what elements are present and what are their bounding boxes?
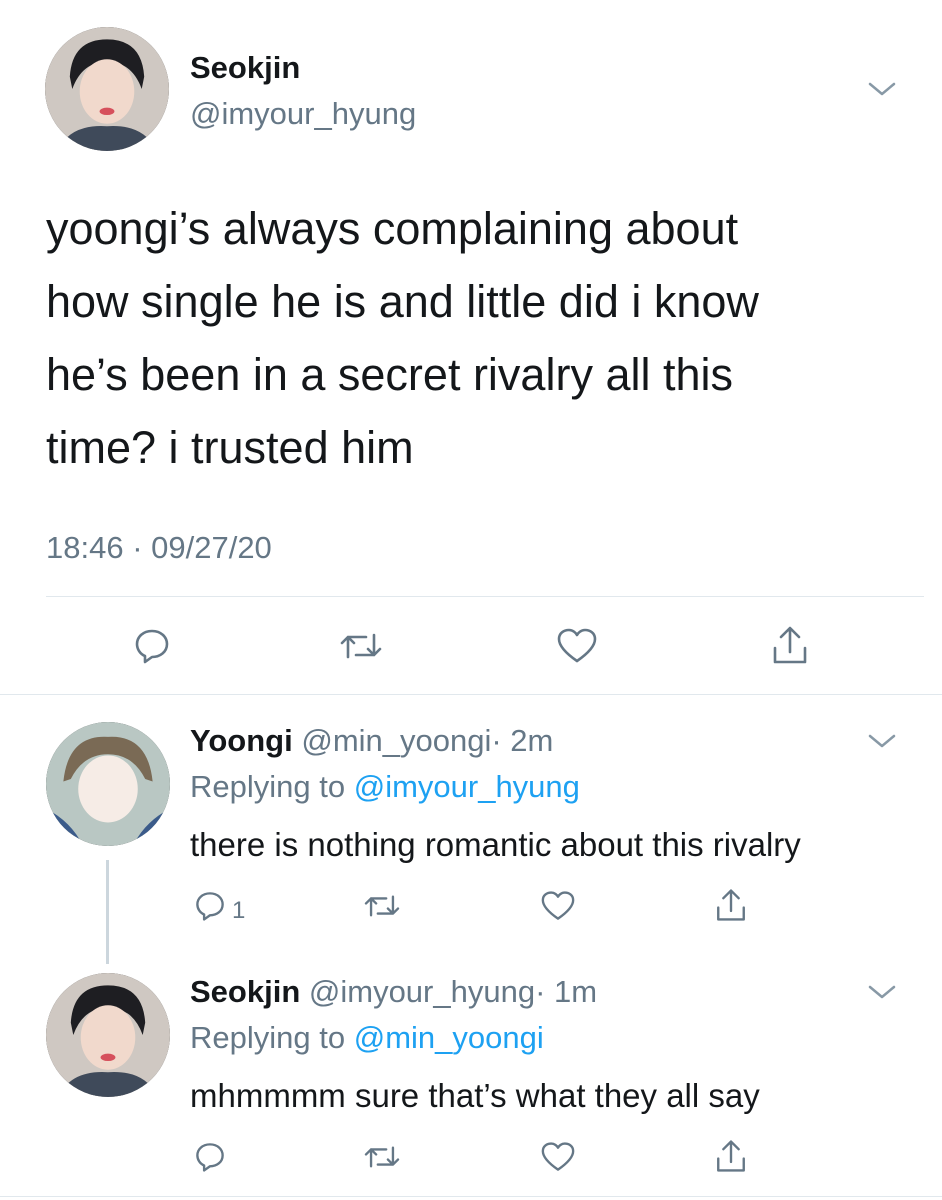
thread-line [106,860,109,964]
reply-time[interactable]: · 2m [491,723,553,758]
share-icon[interactable] [770,624,810,666]
like-icon[interactable] [540,1141,576,1173]
chevron-down-icon[interactable] [866,981,898,1003]
tweet-text: yoongi’s always complaining about how si… [46,192,926,484]
replying-to: Replying to @imyour_hyung [190,769,580,805]
retweet-icon[interactable] [338,627,384,665]
divider [0,694,942,695]
replying-to-label: Replying to [190,1020,346,1055]
reply-header: Seokjin @imyour_hyung· 1m [190,974,597,1010]
reply-display-name[interactable]: Seokjin [190,974,300,1009]
tweet-text-line: yoongi’s always complaining about [46,203,739,254]
reply-count: 1 [232,897,246,924]
tweet-text-line: time? i trusted him [46,422,414,473]
reply-time[interactable]: · 1m [535,974,597,1009]
share-icon[interactable] [714,1138,748,1174]
chevron-down-icon[interactable] [866,78,898,100]
reply-handle[interactable]: @imyour_hyung [309,974,535,1009]
replying-to-handle[interactable]: @imyour_hyung [354,769,580,804]
reply-icon[interactable] [133,627,171,665]
author-display-name[interactable]: Seokjin [190,50,300,86]
replying-to-label: Replying to [190,769,346,804]
reply-text: there is nothing romantic about this riv… [190,826,801,863]
retweet-icon[interactable] [362,890,402,922]
reply-display-name[interactable]: Yoongi [190,723,293,758]
author-handle[interactable]: @imyour_hyung [190,96,416,132]
tweet-text-line: he’s been in a secret rivalry all this [46,349,733,400]
reply-header: Yoongi @min_yoongi· 2m [190,723,553,759]
tweet-text-line: how single he is and little did i know [46,276,759,327]
avatar[interactable] [45,27,169,151]
avatar[interactable] [46,722,170,846]
replying-to-handle[interactable]: @min_yoongi [354,1020,544,1055]
like-icon[interactable] [556,627,598,665]
reply-handle[interactable]: @min_yoongi [301,723,491,758]
reply-text: mhmmmm sure that’s what they all say [190,1077,760,1114]
tweet-timestamp[interactable]: 18:46 · 09/27/20 [46,530,272,566]
reply-icon[interactable] [194,1141,226,1173]
retweet-icon[interactable] [362,1141,402,1173]
divider [0,1196,942,1197]
replying-to: Replying to @min_yoongi [190,1020,544,1056]
avatar[interactable] [46,973,170,1097]
chevron-down-icon[interactable] [866,730,898,752]
divider [46,596,924,597]
like-icon[interactable] [540,890,576,922]
reply-icon[interactable] [194,890,226,922]
share-icon[interactable] [714,887,748,923]
